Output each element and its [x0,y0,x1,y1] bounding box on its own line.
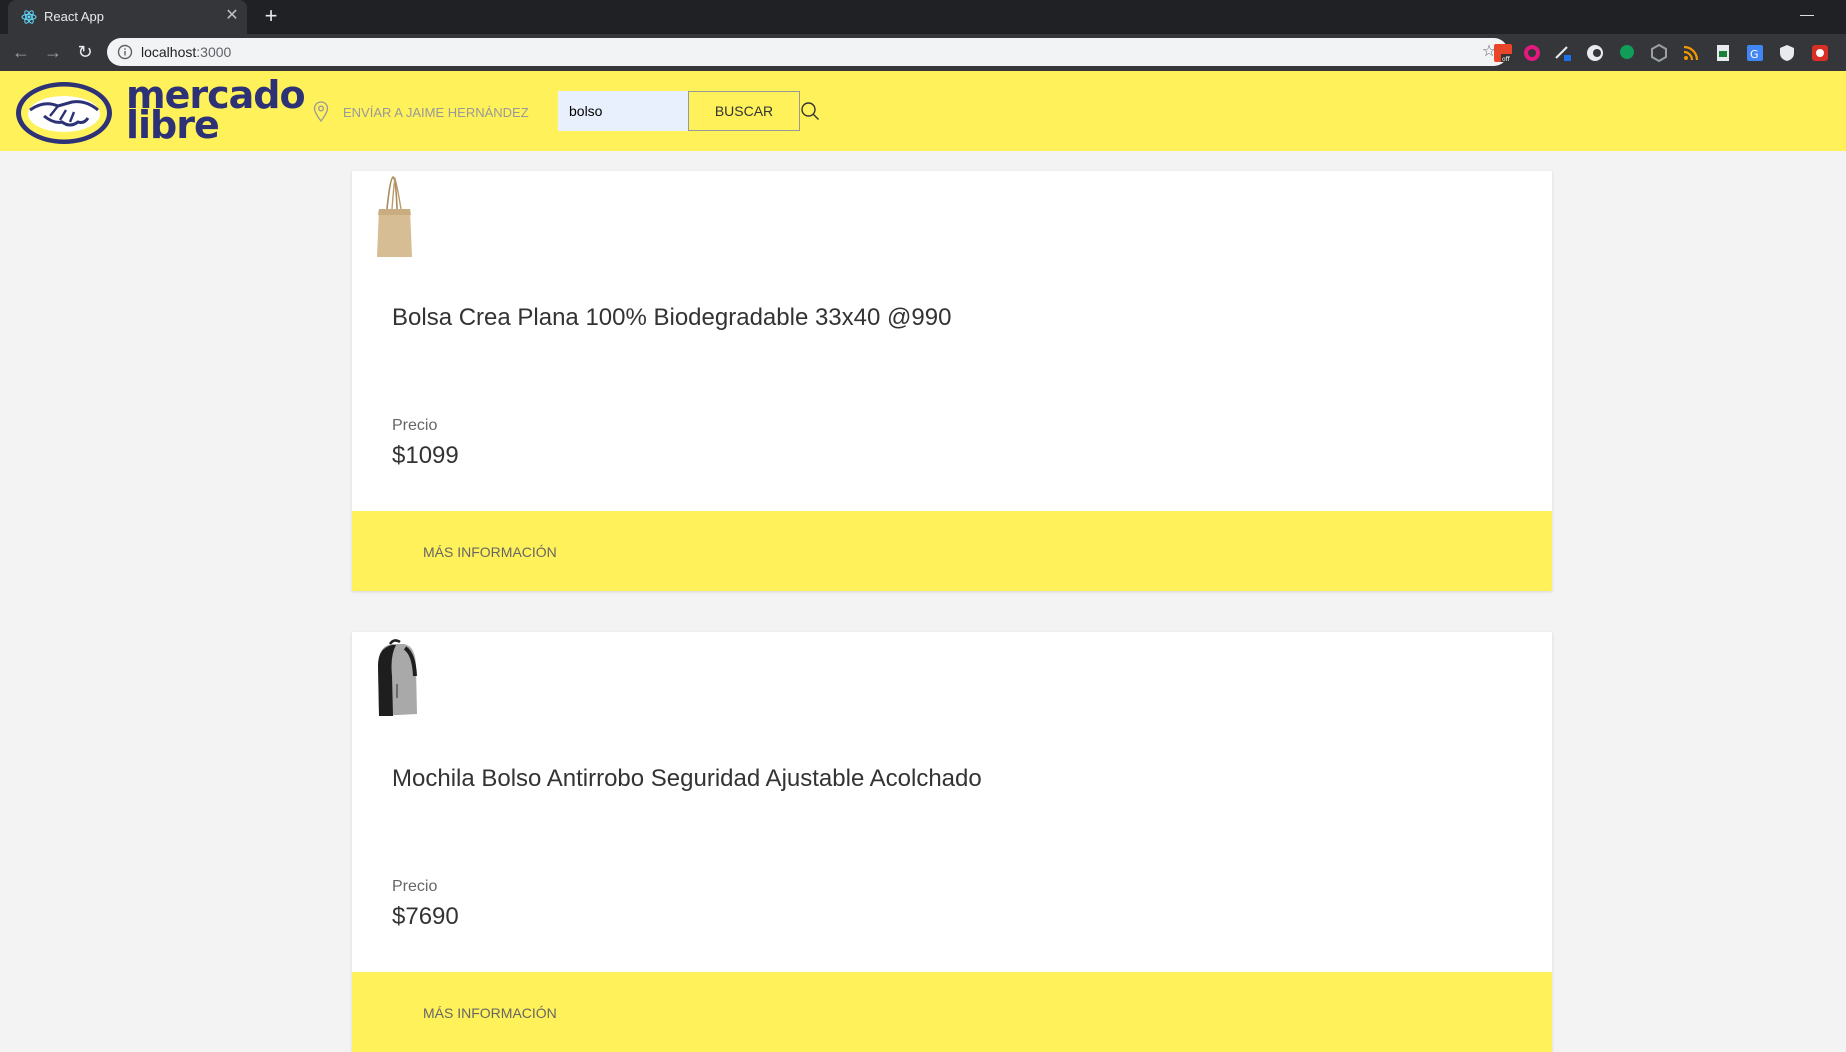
search-input[interactable] [558,91,688,131]
extension-guard-icon[interactable] [1777,43,1797,63]
browser-tabbar: React App ✕ + — [0,0,1846,34]
minimize-button[interactable]: — [1795,2,1819,26]
product-price: $7690 [392,903,459,930]
product-price: $1099 [392,442,459,469]
product-card: Bolsa Crea Plana 100% Biodegradable 33x4… [352,171,1552,591]
product-title[interactable]: Mochila Bolso Antirrobo Seguridad Ajusta… [392,765,982,793]
extension-leaf-icon[interactable] [1617,43,1637,63]
product-title[interactable]: Bolsa Crea Plana 100% Biodegradable 33x4… [392,304,951,332]
react-icon [21,10,37,24]
tab-title: React App [44,9,104,24]
product-card: Mochila Bolso Antirrobo Seguridad Ajusta… [352,632,1552,1052]
extension-pen-icon[interactable] [1553,43,1573,63]
backpack-image [378,639,417,716]
rss-icon[interactable] [1681,43,1701,63]
ship-to-label: ENVÍAR A JAIME HERNÁNDEZ [343,105,529,120]
forward-icon[interactable]: → [41,40,65,64]
search-icon[interactable] [800,101,820,121]
back-icon[interactable]: ← [9,40,33,64]
price-label: Precio [392,878,438,895]
extension-target-icon[interactable] [1522,43,1542,63]
translate-icon[interactable]: G [1745,43,1765,63]
extension-circle-icon[interactable] [1585,43,1605,63]
mercadolibre-logo[interactable]: mercado libre [14,76,306,148]
location-pin-icon [313,101,329,123]
extension-sheet-icon[interactable] [1713,43,1733,63]
more-info-bar: MÁS INFORMACIÓN [352,972,1552,1052]
info-icon [117,44,133,60]
handshake-icon [16,82,112,144]
reload-icon[interactable]: ↻ [73,40,97,64]
url-text: localhost:3000 [141,44,232,60]
site-header: mercado libre ENVÍAR A JAIME HERNÁNDEZ B… [0,71,1846,151]
logo-text: mercado libre [126,73,306,147]
extension-red-icon[interactable] [1810,43,1830,63]
more-info-bar: MÁS INFORMACIÓN [352,511,1552,591]
price-label: Precio [392,417,438,434]
extension-shield-icon[interactable] [1649,43,1669,63]
browser-tab[interactable]: React App ✕ [8,0,247,34]
svg-text:G: G [1750,48,1759,61]
close-icon[interactable]: ✕ [223,7,241,25]
more-info-link[interactable]: MÁS INFORMACIÓN [423,1005,557,1021]
svg-text:off: off [1502,56,1511,63]
more-info-link[interactable]: MÁS INFORMACIÓN [423,544,557,560]
tote-bag-image [377,176,412,257]
new-tab-button[interactable]: + [259,4,283,28]
search-button[interactable]: BUSCAR [688,91,800,131]
extension-off-icon[interactable]: off [1493,43,1513,63]
address-bar[interactable]: localhost:3000 ☆ [107,38,1508,66]
